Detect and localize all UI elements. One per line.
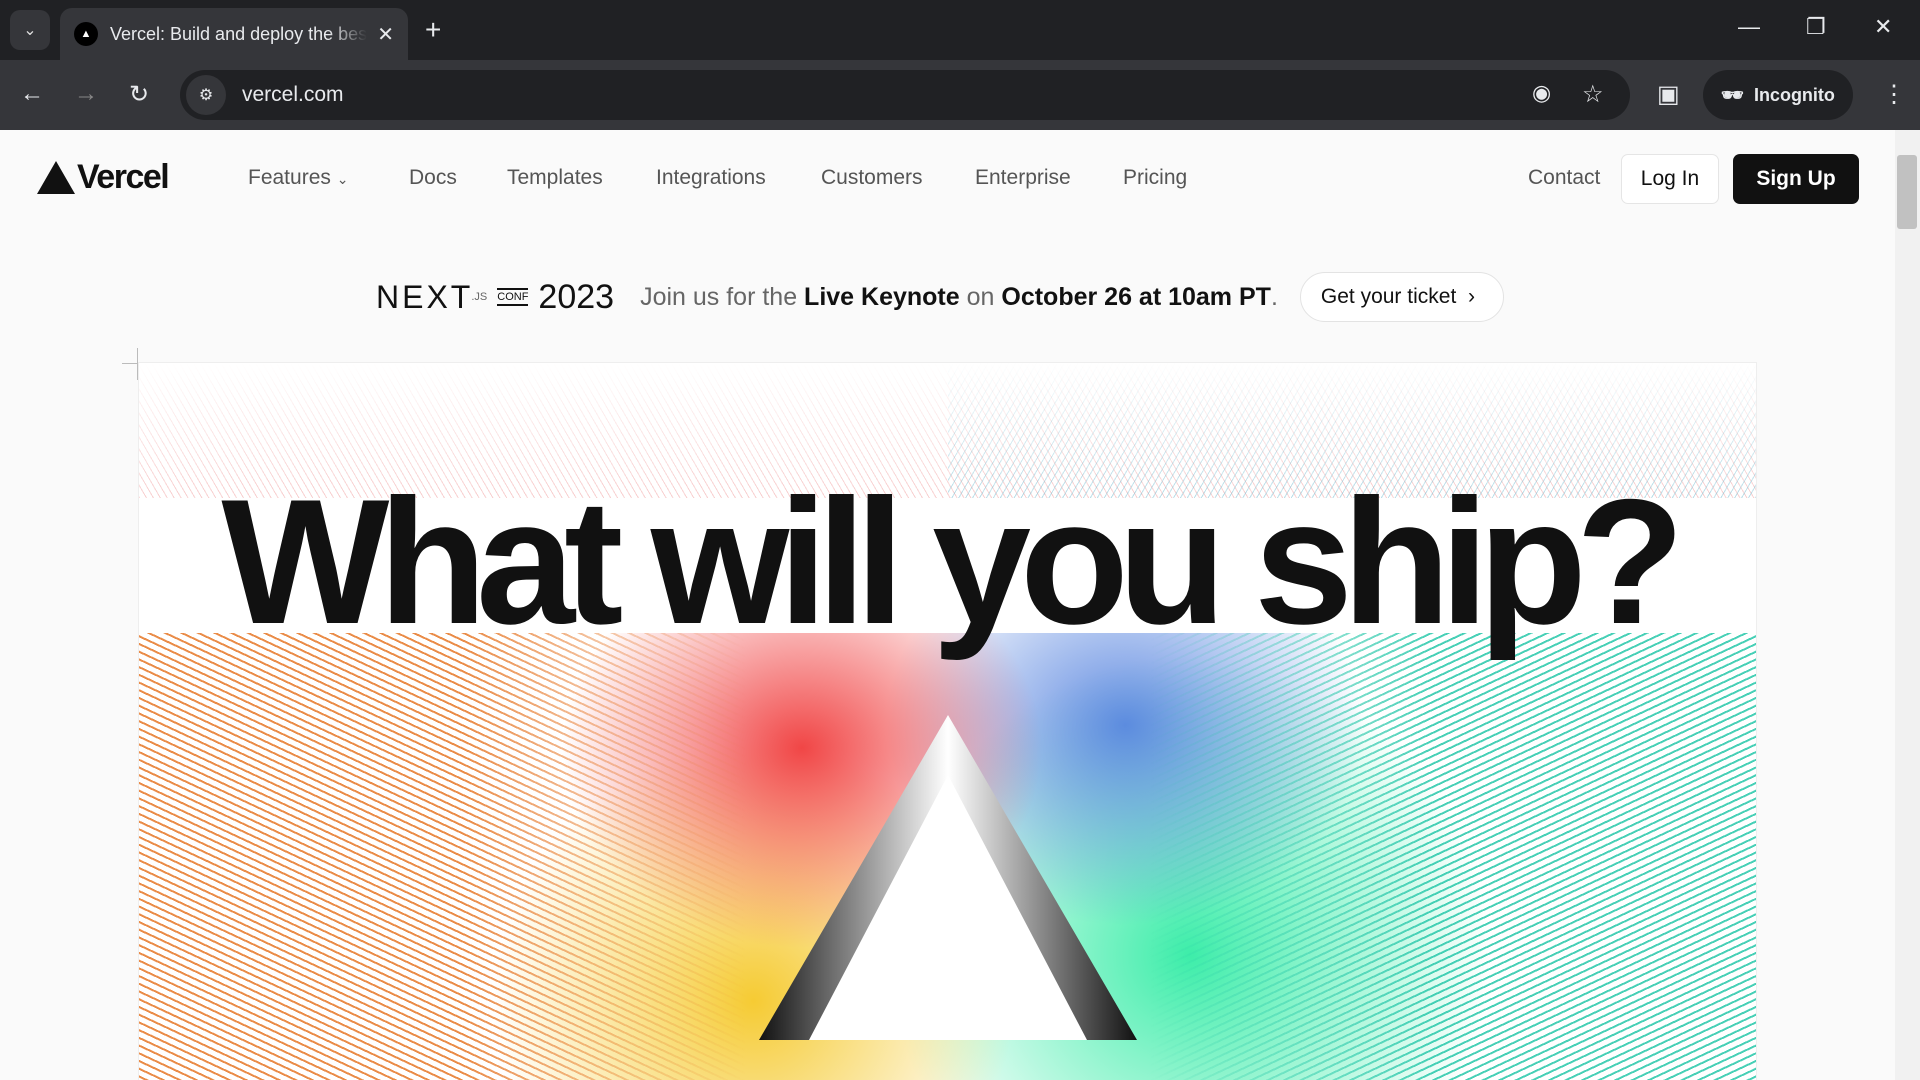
bookmark-star-icon[interactable]: ☆ — [1582, 80, 1604, 109]
hero: What will you ship? — [138, 362, 1757, 1080]
page-viewport: Vercel Features ⌄ Docs Templates Integra… — [0, 130, 1895, 1080]
reload-icon[interactable]: ↻ — [129, 80, 149, 109]
signup-button[interactable]: Sign Up — [1733, 154, 1859, 204]
site-nav: Vercel Features ⌄ Docs Templates Integra… — [0, 152, 1895, 204]
incognito-badge[interactable]: 🕶 Incognito — [1703, 70, 1853, 120]
close-window-icon[interactable]: ✕ — [1874, 14, 1892, 40]
nextjs-logo-js: .JS — [471, 291, 488, 303]
browser-tab[interactable]: ▲ Vercel: Build and deploy the best web … — [60, 8, 408, 60]
menu-kebab-icon[interactable]: ⋮ — [1882, 80, 1906, 109]
prism-triangle-icon — [759, 715, 1137, 1040]
scrollbar-thumb[interactable] — [1897, 155, 1917, 229]
new-tab-button[interactable]: + — [425, 14, 441, 46]
banner-period: . — [1270, 282, 1278, 311]
close-tab-icon[interactable]: ✕ — [377, 22, 394, 47]
tab-bar: ⌄ ▲ Vercel: Build and deploy the best we… — [0, 0, 1920, 60]
banner-text-on: on — [966, 282, 995, 311]
nav-features[interactable]: Features ⌄ — [248, 166, 348, 190]
nav-enterprise[interactable]: Enterprise — [975, 166, 1071, 190]
conf-year: 2023 — [538, 277, 615, 316]
vercel-logo[interactable]: Vercel — [37, 158, 170, 197]
get-ticket-button[interactable]: Get your ticket › — [1299, 272, 1504, 322]
tab-title: Vercel: Build and deploy the best web ex… — [110, 23, 368, 44]
login-button[interactable]: Log In — [1621, 154, 1719, 204]
incognito-label: Incognito — [1753, 84, 1835, 105]
brand-name: Vercel — [77, 158, 170, 196]
hero-headline: What will you ship? — [221, 462, 1684, 661]
incognito-icon: 🕶 — [1721, 84, 1744, 105]
site-info-icon[interactable]: ⚙ — [186, 75, 226, 115]
chevron-down-icon: ⌄ — [336, 171, 349, 187]
url-text[interactable]: vercel.com — [242, 83, 344, 107]
side-panel-icon[interactable]: ▣ — [1657, 80, 1680, 109]
restore-icon[interactable]: ❐ — [1806, 14, 1826, 40]
nav-contact[interactable]: Contact — [1528, 166, 1600, 190]
nav-templates[interactable]: Templates — [507, 166, 603, 190]
address-bar[interactable]: ⚙ vercel.com — [180, 70, 1630, 120]
vercel-triangle-icon — [37, 161, 75, 194]
nav-customers[interactable]: Customers — [821, 166, 923, 190]
forward-icon[interactable]: → — [74, 80, 98, 108]
back-icon[interactable]: ← — [20, 80, 44, 108]
browser-toolbar: ← → ↻ ⚙ vercel.com ◉ ☆ ▣ 🕶 Incognito ⋮ — [0, 60, 1920, 130]
scrollbar[interactable] — [1895, 130, 1920, 1080]
minimize-icon[interactable]: — — [1738, 14, 1760, 40]
banner-text: Join us for the — [640, 282, 798, 311]
nav-docs[interactable]: Docs — [409, 166, 457, 190]
nav-integrations[interactable]: Integrations — [656, 166, 766, 190]
banner-live-keynote: Live Keynote — [804, 282, 960, 311]
nextjs-conf-banner: NEXT .JS CONF 2023 Join us for the Live … — [376, 272, 1504, 322]
conf-logo: CONF — [497, 288, 529, 306]
nextjs-logo: NEXT — [376, 278, 474, 315]
nav-pricing[interactable]: Pricing — [1123, 166, 1187, 190]
vercel-favicon-icon: ▲ — [74, 22, 98, 46]
tracking-eye-off-icon[interactable]: ◉ — [1532, 80, 1551, 106]
banner-date: October 26 at 10am PT — [1001, 282, 1271, 311]
tab-search-button[interactable]: ⌄ — [10, 10, 50, 50]
chevron-right-icon: › — [1467, 285, 1475, 308]
